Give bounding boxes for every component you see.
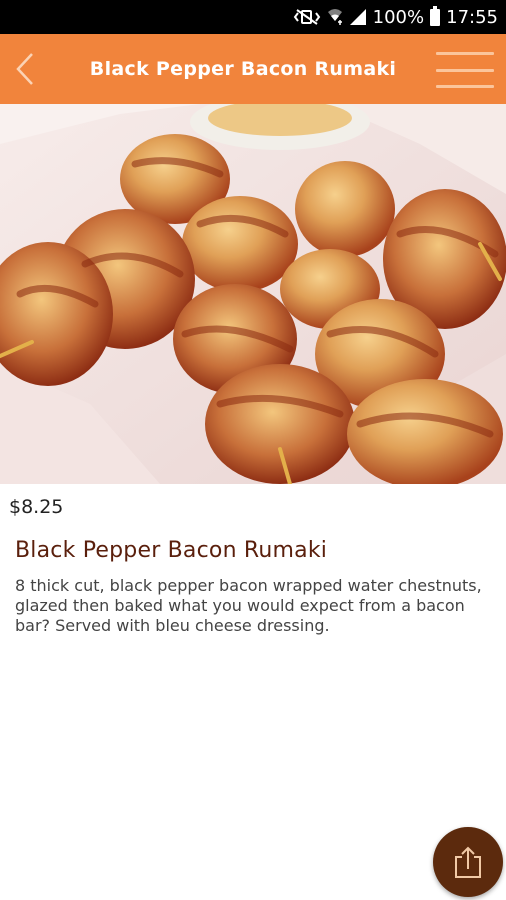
app-bar: Black Pepper Bacon Rumaki — [0, 34, 506, 104]
share-upload-icon — [455, 846, 481, 878]
hamburger-menu-icon[interactable] — [436, 52, 494, 88]
item-price: $8.25 — [9, 496, 64, 518]
wifi-icon — [327, 8, 343, 26]
chevron-left-icon — [16, 53, 33, 85]
page-title: Black Pepper Bacon Rumaki — [89, 58, 397, 80]
battery-icon — [430, 5, 441, 26]
clock: 17:55 — [446, 6, 498, 28]
item-description: 8 thick cut, black pepper bacon wrapped … — [15, 576, 482, 635]
bacon-rumaki-photo — [0, 104, 506, 484]
signal-icon — [349, 9, 367, 25]
back-button[interactable] — [8, 48, 42, 90]
share-button[interactable] — [433, 827, 503, 897]
status-bar: 100% 17:55 — [0, 0, 506, 34]
item-name: Black Pepper Bacon Rumaki — [15, 538, 328, 563]
battery-percent: 100% — [372, 6, 425, 28]
mute-vibrate-icon — [293, 9, 321, 25]
